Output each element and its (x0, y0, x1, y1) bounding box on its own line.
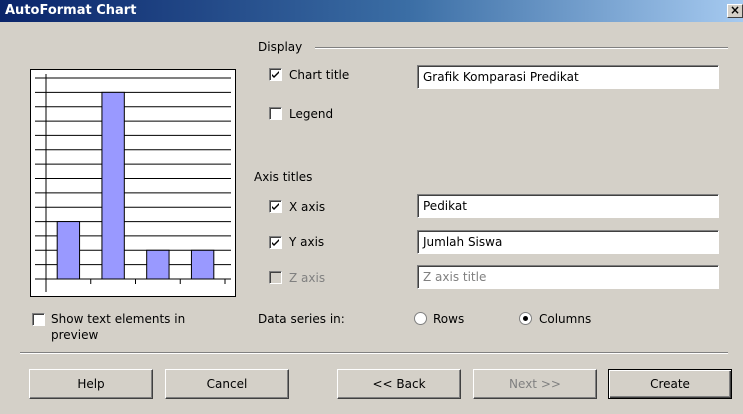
y-axis-title-input[interactable]: Jumlah Siswa (417, 230, 719, 254)
rows-label[interactable]: Rows (433, 312, 464, 326)
legend-checkbox[interactable] (269, 107, 282, 120)
display-section-label: Display (258, 40, 303, 54)
cancel-button[interactable]: Cancel (165, 369, 289, 399)
chart-title-input[interactable]: Grafik Komparasi Predikat (417, 65, 719, 89)
chart-preview (30, 69, 236, 297)
help-button[interactable]: Help (29, 369, 153, 399)
legend-label[interactable]: Legend (289, 107, 333, 121)
axis-titles-label: Axis titles (254, 170, 313, 184)
create-button[interactable]: Create (608, 369, 732, 399)
chart-bar (101, 91, 125, 280)
checkmark-icon (272, 203, 279, 210)
chart-bar (56, 221, 81, 280)
z-axis-checkbox (269, 271, 282, 284)
bottom-separator (20, 352, 728, 354)
bar-chart (35, 74, 231, 292)
show-text-elements-checkbox[interactable] (32, 313, 45, 326)
rows-radio[interactable] (414, 312, 427, 325)
checkmark-icon (272, 71, 279, 78)
chart-title-label[interactable]: Chart title (289, 68, 349, 82)
z-axis-title-input: Z axis title (417, 265, 719, 289)
chart-bar (146, 249, 170, 280)
close-icon[interactable]: × (727, 4, 743, 18)
radio-selected-dot (523, 316, 528, 321)
back-button[interactable]: << Back (337, 369, 461, 399)
columns-label[interactable]: Columns (539, 312, 591, 326)
checkmark-icon (272, 239, 279, 246)
chart-bar (190, 249, 215, 280)
display-separator (315, 47, 728, 49)
z-axis-label: Z axis (289, 271, 326, 285)
data-series-label: Data series in: (258, 312, 345, 326)
show-text-elements-label-2[interactable]: preview (51, 328, 98, 342)
x-axis-checkbox[interactable] (269, 200, 282, 213)
title-bar: AutoFormat Chart × (0, 0, 743, 22)
chart-title-checkbox[interactable] (269, 68, 282, 81)
next-button: Next >> (473, 369, 597, 399)
x-axis-label[interactable]: X axis (289, 200, 325, 214)
y-axis-checkbox[interactable] (269, 236, 282, 249)
columns-radio[interactable] (519, 312, 532, 325)
window-title: AutoFormat Chart (5, 3, 137, 18)
show-text-elements-label[interactable]: Show text elements in (51, 312, 185, 326)
x-axis-title-input[interactable]: Pedikat (417, 194, 719, 218)
y-axis-label[interactable]: Y axis (289, 235, 324, 249)
